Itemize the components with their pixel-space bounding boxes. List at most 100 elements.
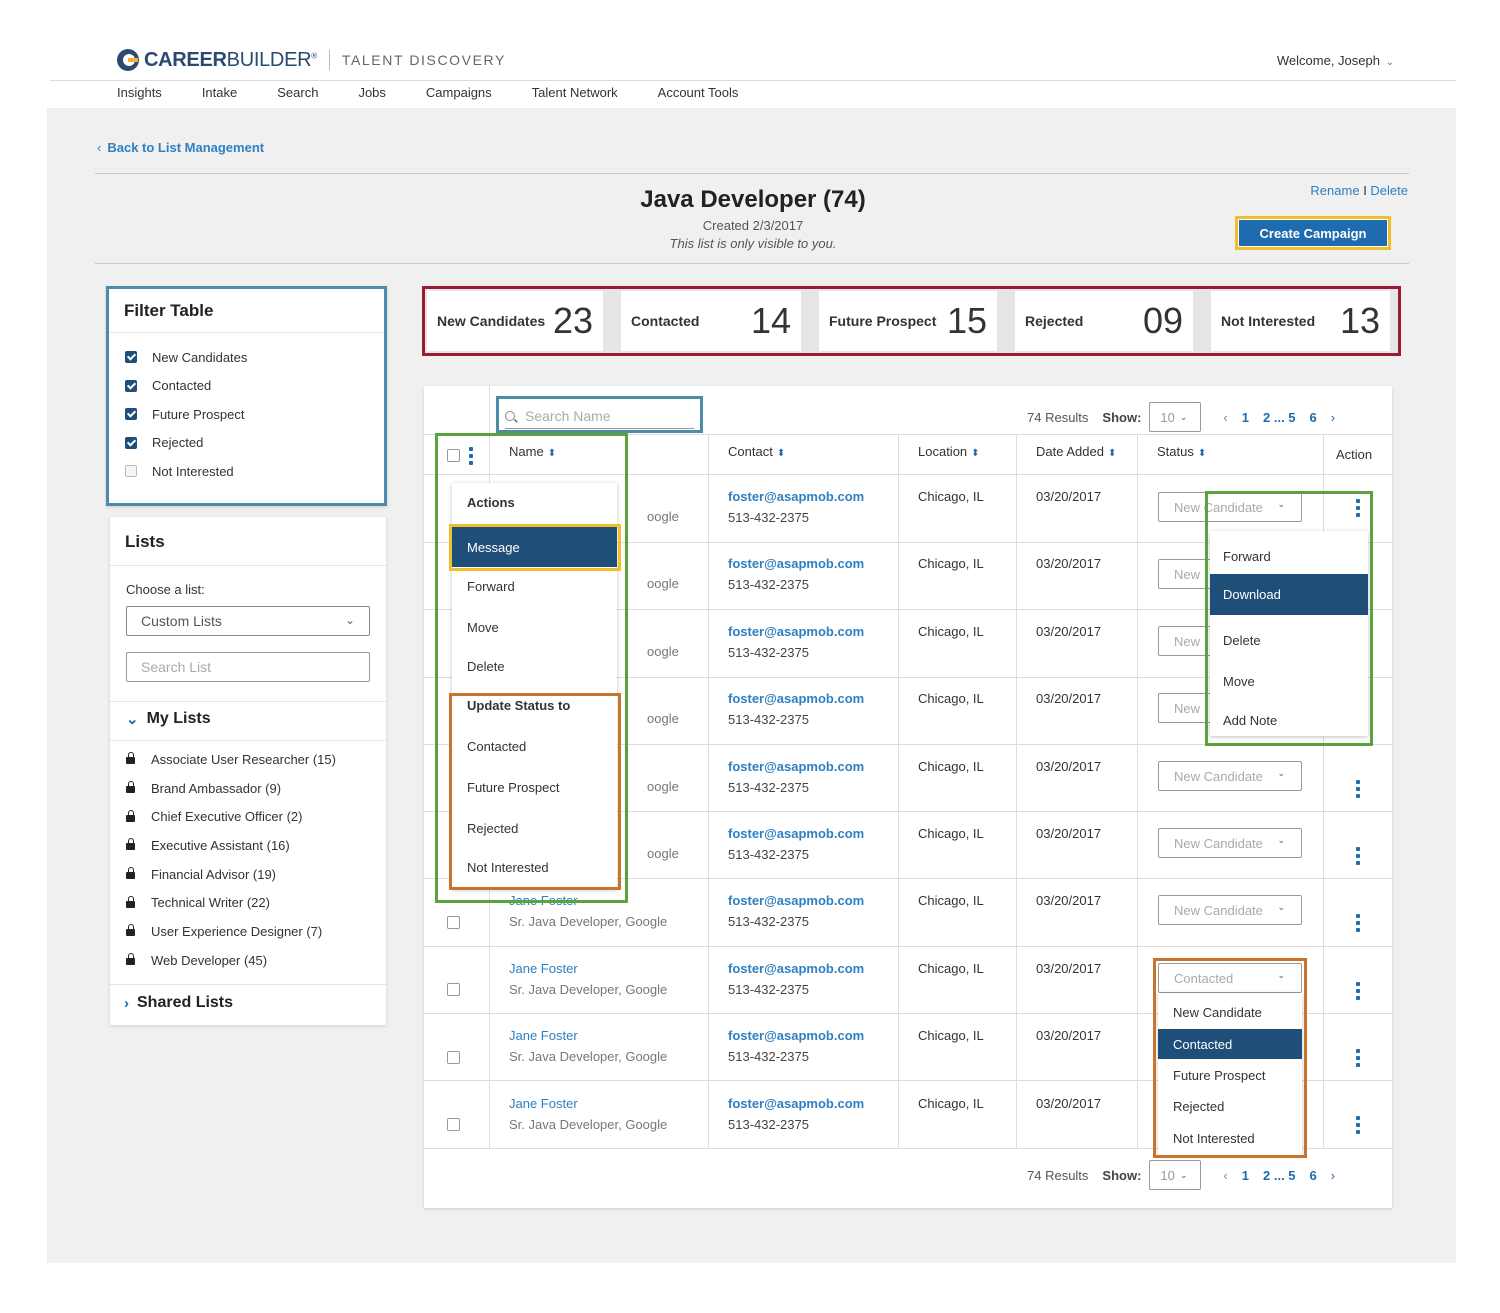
nav-account-tools[interactable]: Account Tools xyxy=(658,85,739,100)
email-link[interactable]: foster@asapmob.com xyxy=(728,691,864,706)
filter-rejected[interactable]: Rejected xyxy=(125,429,384,458)
page-link[interactable]: 1 xyxy=(1242,410,1249,425)
nav-campaigns[interactable]: Campaigns xyxy=(426,85,492,100)
row-action-icon[interactable] xyxy=(1356,914,1361,932)
filter-table-title: Filter Table xyxy=(109,289,384,333)
contact-cell: foster@asapmob.com 513-432-2375 xyxy=(728,826,865,862)
status-select[interactable]: New Candidate ⌄ xyxy=(1158,895,1302,925)
nav-insights[interactable]: Insights xyxy=(117,85,162,100)
row-action-icon[interactable] xyxy=(1356,780,1361,798)
list-item[interactable]: Associate User Researcher (15) xyxy=(126,745,336,774)
move-action[interactable]: Move xyxy=(467,620,499,635)
list-item[interactable]: User Experience Designer (7) xyxy=(126,917,336,946)
nav-talent-network[interactable]: Talent Network xyxy=(532,85,618,100)
lock-icon xyxy=(126,953,135,966)
row-checkbox[interactable] xyxy=(447,916,460,929)
lists-title: Lists xyxy=(110,517,386,566)
candidate-name-link[interactable]: Jane Foster xyxy=(509,1028,667,1043)
email-link[interactable]: foster@asapmob.com xyxy=(728,489,864,504)
row-checkbox[interactable] xyxy=(447,983,460,996)
back-link[interactable]: ‹ Back to List Management xyxy=(97,140,264,155)
choose-list-label: Choose a list: xyxy=(126,582,205,597)
delete-action[interactable]: Delete xyxy=(467,659,505,674)
rename-link[interactable]: Rename xyxy=(1310,183,1359,198)
col-contact[interactable]: Contact ⬍ xyxy=(728,444,785,459)
forward-action[interactable]: Forward xyxy=(467,579,515,594)
email-link[interactable]: foster@asapmob.com xyxy=(728,624,864,639)
row-action-icon[interactable] xyxy=(1356,1116,1361,1134)
col-status[interactable]: Status ⬍ xyxy=(1157,444,1206,459)
next-page-icon[interactable]: › xyxy=(1331,410,1335,425)
stat-not-interested[interactable]: Not Interested 13 xyxy=(1211,291,1390,351)
page-link[interactable]: 2 ... 5 xyxy=(1263,410,1296,425)
careerbuilder-logo[interactable]: CAREERBUILDER® TALENT DISCOVERY xyxy=(117,48,506,72)
page-link[interactable]: 1 xyxy=(1242,1168,1249,1183)
email-link[interactable]: foster@asapmob.com xyxy=(728,759,864,774)
list-item[interactable]: Web Developer (45) xyxy=(126,946,336,975)
chevron-right-icon: › xyxy=(124,994,129,1012)
checkbox-checked[interactable] xyxy=(125,408,137,421)
my-lists-toggle[interactable]: ⌄ My Lists xyxy=(126,710,211,728)
email-link[interactable]: foster@asapmob.com xyxy=(728,893,864,908)
row-action-icon[interactable] xyxy=(1356,1049,1361,1067)
page-size-select[interactable]: 10 ⌄ xyxy=(1149,402,1202,432)
status-select[interactable]: New Candidate ⌄ xyxy=(1158,761,1302,791)
user-menu[interactable]: Welcome, Joseph ⌄ xyxy=(1277,53,1394,68)
email-link[interactable]: foster@asapmob.com xyxy=(728,1028,864,1043)
checkbox-unchecked[interactable] xyxy=(125,465,137,478)
next-page-icon[interactable]: › xyxy=(1331,1168,1335,1183)
status-select[interactable]: New Candidate ⌄ xyxy=(1158,828,1302,858)
nav-intake[interactable]: Intake xyxy=(202,85,237,100)
list-item[interactable]: Financial Advisor (19) xyxy=(126,860,336,889)
row-action-icon[interactable] xyxy=(1356,982,1361,1000)
lists-panel: Lists Choose a list: Custom Lists ⌄ Sear… xyxy=(110,517,386,1025)
nav-jobs[interactable]: Jobs xyxy=(358,85,385,100)
checkbox-checked[interactable] xyxy=(125,379,137,392)
col-date-added[interactable]: Date Added ⬍ xyxy=(1036,444,1116,459)
page-link[interactable]: 6 xyxy=(1310,1168,1317,1183)
checkbox-checked[interactable] xyxy=(125,351,137,364)
shared-lists-toggle[interactable]: › Shared Lists xyxy=(124,994,233,1012)
email-link[interactable]: foster@asapmob.com xyxy=(728,961,864,976)
results-count: 74 Results xyxy=(1027,1167,1089,1183)
list-item[interactable]: Chief Executive Officer (2) xyxy=(126,802,336,831)
delete-list-link[interactable]: Delete xyxy=(1370,183,1408,198)
email-link[interactable]: foster@asapmob.com xyxy=(728,556,864,571)
location-cell: Chicago, IL xyxy=(918,961,984,976)
email-link[interactable]: foster@asapmob.com xyxy=(728,1096,864,1111)
candidate-name-link[interactable]: Jane Foster xyxy=(509,961,667,976)
location-cell: Chicago, IL xyxy=(918,759,984,774)
search-name-input[interactable]: Search Name xyxy=(505,403,694,429)
row-checkbox[interactable] xyxy=(447,1118,460,1131)
col-location[interactable]: Location ⬍ xyxy=(918,444,980,459)
list-item[interactable]: Technical Writer (22) xyxy=(126,888,336,917)
filter-not-interested[interactable]: Not Interested xyxy=(125,457,384,486)
nav-search[interactable]: Search xyxy=(277,85,318,100)
stat-future-prospect[interactable]: Future Prospect 15 xyxy=(819,291,997,351)
create-campaign-button[interactable]: Create Campaign xyxy=(1239,220,1387,246)
page-size-select[interactable]: 10 ⌄ xyxy=(1149,1160,1202,1190)
checkbox-checked[interactable] xyxy=(125,436,137,449)
list-item[interactable]: Brand Ambassador (9) xyxy=(126,774,336,803)
email-link[interactable]: foster@asapmob.com xyxy=(728,826,864,841)
row-checkbox[interactable] xyxy=(447,1051,460,1064)
contact-cell: foster@asapmob.com 513-432-2375 xyxy=(728,489,865,525)
prev-page-icon[interactable]: ‹ xyxy=(1223,410,1227,425)
main-nav: Insights Intake Search Jobs Campaigns Ta… xyxy=(117,85,778,100)
list-type-select[interactable]: Custom Lists ⌄ xyxy=(126,606,370,636)
filter-new-candidates[interactable]: New Candidates xyxy=(125,343,384,372)
prev-page-icon[interactable]: ‹ xyxy=(1223,1168,1227,1183)
stat-rejected[interactable]: Rejected 09 xyxy=(1015,291,1193,351)
filter-contacted[interactable]: Contacted xyxy=(125,372,384,401)
stat-new-candidates[interactable]: New Candidates 23 xyxy=(427,291,603,351)
row-action-icon[interactable] xyxy=(1356,499,1361,517)
page-link[interactable]: 2 ... 5 xyxy=(1263,1168,1296,1183)
search-list-input[interactable]: Search List xyxy=(126,652,370,682)
list-item[interactable]: Executive Assistant (16) xyxy=(126,831,336,860)
stat-contacted[interactable]: Contacted 14 xyxy=(621,291,801,351)
date-cell: 03/20/2017 xyxy=(1036,759,1102,774)
page-link[interactable]: 6 xyxy=(1310,410,1317,425)
row-action-icon[interactable] xyxy=(1356,847,1361,865)
candidate-name-link[interactable]: Jane Foster xyxy=(509,1096,667,1111)
filter-future-prospect[interactable]: Future Prospect xyxy=(125,400,384,429)
